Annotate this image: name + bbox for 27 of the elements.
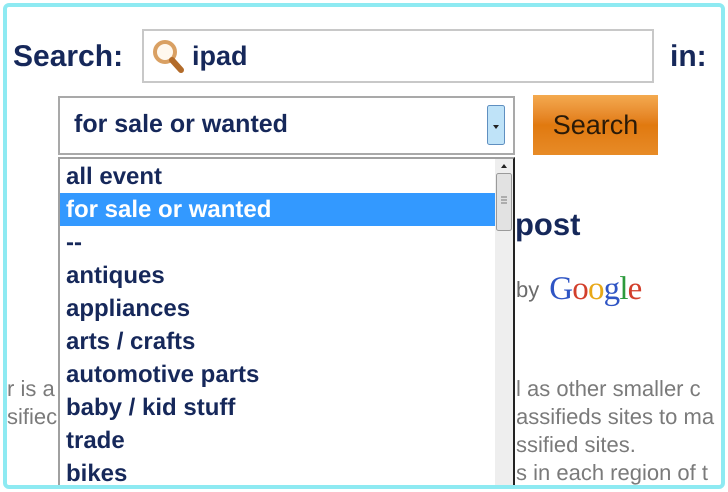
search-label: Search: — [13, 38, 124, 74]
caret-icon — [487, 105, 505, 145]
scrollbar[interactable] — [495, 159, 513, 485]
dropdown-item[interactable]: bikes — [60, 457, 495, 485]
paragraph-text: r is a — [7, 375, 55, 403]
paragraph-text: s in each region of t — [516, 459, 708, 485]
search-icon — [152, 39, 184, 73]
dropdown-item[interactable]: appliances — [60, 292, 495, 325]
scroll-thumb[interactable] — [496, 173, 512, 231]
dropdown-item[interactable]: antiques — [60, 259, 495, 292]
dropdown-item[interactable]: baby / kid stuff — [60, 391, 495, 424]
in-label: in: — [670, 38, 707, 74]
category-select[interactable]: for sale or wanted — [58, 96, 515, 154]
google-logo: Google — [549, 270, 642, 309]
dropdown-item[interactable]: automotive parts — [60, 358, 495, 391]
paragraph-text: assifieds sites to ma — [516, 403, 714, 431]
powered-by-text: by — [516, 276, 540, 304]
heading: post — [515, 207, 580, 242]
dropdown-item[interactable]: trade — [60, 424, 495, 457]
search-button[interactable]: Search — [533, 95, 658, 155]
paragraph-text: ssified sites. — [516, 431, 636, 459]
dropdown-item[interactable]: all event — [60, 160, 495, 193]
search-field[interactable]: ipad — [142, 29, 654, 83]
dropdown-item[interactable]: -- — [60, 226, 495, 259]
paragraph-text: l as other smaller c — [516, 375, 701, 403]
dropdown-item[interactable]: arts / crafts — [60, 325, 495, 358]
paragraph-text: sifiec — [7, 403, 58, 431]
